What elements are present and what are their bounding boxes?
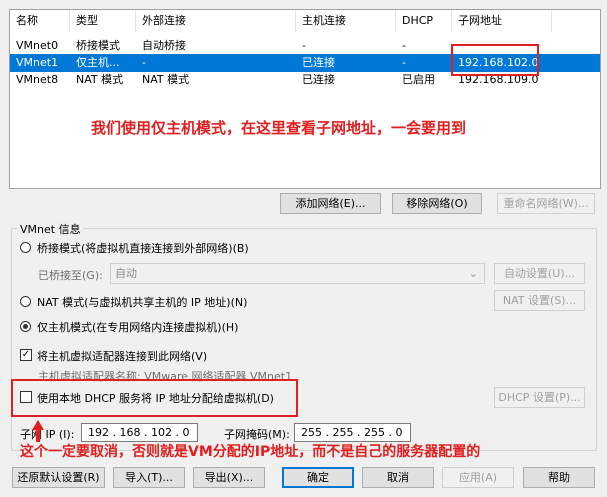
nat-settings-button[interactable]: NAT 设置(S)... [494, 290, 585, 311]
cancel-button[interactable]: 取消 [362, 467, 434, 488]
bridged-to-value: 自动 [115, 267, 137, 280]
col-header-external[interactable]: 外部连接 [136, 10, 296, 32]
cell-name: VMnet0 [16, 39, 59, 52]
vmnet-info-title: VMnet 信息 [18, 221, 83, 237]
subnet-mask-label: 子网掩码(M): [224, 428, 290, 441]
cell-type: 仅主机... [76, 56, 120, 69]
nat-radio[interactable] [20, 296, 31, 307]
subnet-ip-input[interactable]: 192 . 168 . 102 . 0 [81, 423, 198, 442]
cell-host: - [302, 39, 306, 52]
subnet-ip-label: 子网 IP (I): [20, 428, 75, 441]
cell-external: NAT 模式 [142, 73, 190, 86]
import-button[interactable]: 导入(T)... [113, 467, 185, 488]
add-network-button[interactable]: 添加网络(E)... [280, 193, 381, 214]
auto-settings-button[interactable]: 自动设置(U)... [494, 263, 585, 284]
cell-dhcp: - [402, 56, 406, 69]
help-button[interactable]: 帮助 [523, 467, 595, 488]
restore-defaults-button[interactable]: 还原默认设置(R) [12, 467, 105, 488]
bridged-radio[interactable] [20, 242, 31, 253]
col-header-subnet[interactable]: 子网地址 [452, 10, 552, 32]
cell-name: VMnet8 [16, 73, 59, 86]
cell-dhcp: - [402, 39, 406, 52]
bridged-to-select[interactable]: 自动 ⌄ [110, 263, 485, 284]
connect-adapter-checkbox[interactable]: ✓ [20, 349, 32, 361]
cell-type: NAT 模式 [76, 73, 124, 86]
apply-button[interactable]: 应用(A) [442, 467, 514, 488]
cell-external: 自动桥接 [142, 39, 186, 52]
cell-type: 桥接模式 [76, 39, 120, 52]
col-header-name[interactable]: 名称 [10, 10, 70, 32]
bridged-to-label: 已桥接至(G): [38, 269, 103, 282]
dhcp-settings-button[interactable]: DHCP 设置(P)... [494, 387, 585, 408]
hostonly-radio[interactable] [20, 321, 31, 332]
cell-host: 已连接 [302, 56, 335, 69]
bridged-label[interactable]: 桥接模式(将虚拟机直接连接到外部网络)(B) [37, 240, 249, 256]
annotation-top: 我们使用仅主机模式，在这里查看子网地址，一会要用到 [91, 119, 467, 137]
cell-name: VMnet1 [16, 56, 59, 69]
col-header-host[interactable]: 主机连接 [296, 10, 396, 32]
dhcp-checkbox[interactable] [20, 391, 32, 403]
nat-label[interactable]: NAT 模式(与虚拟机共享主机的 IP 地址)(N) [37, 294, 247, 310]
annotation-bottom: 这个一定要取消，否则就是VM分配的IP地址，而不是自己的服务器配置的 [20, 444, 481, 460]
ok-button[interactable]: 确定 [282, 467, 354, 488]
subnet-mask-input[interactable]: 255 . 255 . 255 . 0 [294, 423, 411, 442]
remove-network-button[interactable]: 移除网络(O) [392, 193, 482, 214]
hostonly-label[interactable]: 仅主机模式(在专用网络内连接虚拟机)(H) [37, 319, 238, 335]
vmnet-info-group [11, 228, 597, 451]
cell-host: 已连接 [302, 73, 335, 86]
chevron-down-icon: ⌄ [468, 267, 478, 280]
cell-dhcp: 已启用 [402, 73, 435, 86]
cell-external: - [142, 56, 146, 69]
arrow-up-icon [32, 420, 44, 442]
col-header-dhcp[interactable]: DHCP [396, 10, 452, 32]
dhcp-label[interactable]: 使用本地 DHCP 服务将 IP 地址分配给虚拟机(D) [37, 390, 274, 406]
col-header-type[interactable]: 类型 [70, 10, 136, 32]
export-button[interactable]: 导出(X)... [193, 467, 265, 488]
subnet-highlight-box [451, 44, 539, 76]
rename-network-button[interactable]: 重命名网络(W)... [497, 193, 595, 214]
network-table[interactable]: 名称 类型 外部连接 主机连接 DHCP 子网地址 VMnet0 桥接模式 自动… [9, 9, 601, 189]
connect-adapter-label[interactable]: 将主机虚拟适配器连接到此网络(V) [37, 348, 207, 364]
